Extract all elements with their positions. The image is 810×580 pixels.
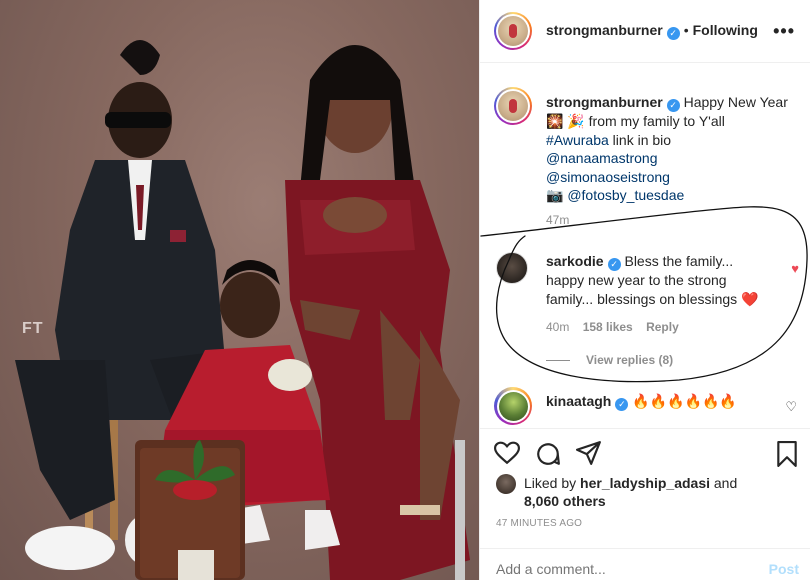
add-comment-input[interactable] (496, 561, 746, 577)
mention-link-3[interactable]: @fotosby_tuesdae (567, 187, 684, 203)
caption-time[interactable]: 47m (546, 213, 569, 227)
post-comment-button[interactable]: Post (769, 561, 799, 577)
replies-divider (546, 359, 570, 361)
mention-link-1[interactable]: @nanaamastrong (546, 150, 658, 166)
mention-link-2[interactable]: @simonaoseistrong (546, 169, 670, 185)
header-user: strongmanburner ✓ • Following (546, 22, 758, 40)
view-replies-button[interactable]: View replies (8) (546, 353, 673, 367)
like-comment-heart-icon[interactable]: ♡ (785, 399, 797, 415)
comment-username[interactable]: kinaatagh (546, 393, 611, 409)
comment-text-block: kinaatagh ✓ 🔥🔥🔥🔥🔥🔥 (546, 393, 737, 411)
like-heart-icon[interactable] (494, 441, 520, 465)
liked-by-prefix: Liked by (524, 475, 581, 491)
liked-by-and: and (710, 475, 738, 491)
caption-text: strongmanburner ✓ Happy New Year 🎇 🎉 from… (546, 93, 796, 205)
view-replies-label: View replies (8) (586, 353, 674, 367)
avatar-image (498, 391, 528, 421)
header-username[interactable]: strongmanburner (546, 22, 663, 38)
caption-avatar[interactable] (494, 87, 532, 125)
header-separator: • (683, 22, 689, 38)
more-options-icon[interactable]: ••• (773, 21, 795, 42)
add-comment-bar: Post (480, 548, 810, 580)
post-timestamp[interactable]: 47 MINUTES AGO (496, 518, 582, 529)
comment-text: 🔥🔥🔥🔥🔥🔥 (632, 393, 737, 409)
following-button[interactable]: Following (693, 22, 758, 38)
verified-badge-icon: ✓ (666, 27, 680, 40)
camera-icon: 📷 (546, 187, 564, 203)
post-details-panel: strongmanburner ✓ • Following ••• strongman… (479, 0, 810, 580)
comment-icon[interactable] (535, 441, 561, 467)
hashtag-link[interactable]: #Awuraba (546, 132, 609, 148)
liker-avatar[interactable] (496, 474, 516, 494)
verified-badge-icon: ✓ (666, 99, 680, 112)
caption-line2: 🎇 🎉 from my family to Y'all (546, 113, 725, 129)
comment-text-block: sarkodie ✓ Bless the family... happy new … (546, 252, 761, 308)
post-header: strongmanburner ✓ • Following ••• (480, 0, 810, 63)
comment-time[interactable]: 40m (546, 320, 569, 334)
liked-by-user[interactable]: her_ladyship_adasi (580, 475, 710, 491)
save-bookmark-icon[interactable] (776, 441, 798, 467)
action-bar (480, 428, 810, 478)
commenter-avatar[interactable] (494, 387, 532, 425)
share-icon[interactable] (576, 441, 602, 465)
verified-badge-icon: ✓ (607, 258, 621, 271)
red-heart-emoji-icon: ❤️ (741, 290, 759, 307)
comment-likes[interactable]: 158 likes (583, 320, 633, 334)
liked-heart-icon[interactable]: ♥ (791, 261, 799, 276)
family-photo-illustration (15, 40, 470, 580)
comment-meta: 40m 158 likes Reply (546, 320, 689, 334)
likes-others-count[interactable]: 8,060 others (524, 493, 606, 509)
caption-after-hashtag: link in bio (608, 131, 672, 148)
commenter-avatar[interactable] (496, 252, 528, 284)
photo-watermark: FT (22, 320, 44, 337)
avatar-image (498, 16, 528, 46)
author-avatar[interactable] (494, 12, 532, 50)
likes-text: Liked by her_ladyship_adasi and 8,060 ot… (524, 474, 754, 510)
reply-button[interactable]: Reply (646, 320, 679, 334)
avatar-image (498, 91, 528, 121)
caption-username[interactable]: strongmanburner (546, 94, 663, 110)
comment-username[interactable]: sarkodie (546, 253, 604, 269)
verified-badge-icon: ✓ (615, 398, 629, 411)
post-photo[interactable]: FT (0, 0, 479, 580)
caption-line1: Happy New Year (683, 94, 788, 110)
